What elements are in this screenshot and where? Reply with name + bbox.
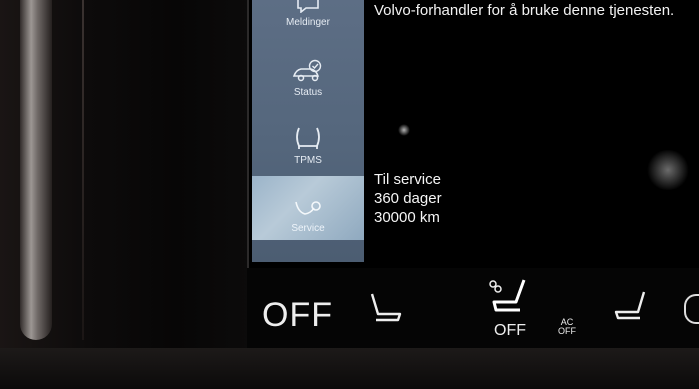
- ac-button[interactable]: AC OFF: [558, 318, 576, 336]
- messages-icon: [297, 0, 319, 13]
- sidebar-item-meldinger[interactable]: Meldinger: [252, 0, 364, 34]
- service-days: 360 dager: [374, 190, 442, 207]
- sidebar: Meldinger Status TPMS Service: [252, 0, 364, 262]
- temperature-off-button[interactable]: OFF: [262, 296, 333, 335]
- service-title: Til service: [374, 171, 441, 188]
- sidebar-item-label: TPMS: [294, 155, 322, 166]
- seat-ventilation-button[interactable]: [484, 276, 532, 320]
- sidebar-item-status[interactable]: Status: [252, 40, 364, 104]
- sidebar-item-label: Service: [291, 223, 325, 234]
- car-check-icon: [292, 59, 322, 82]
- lower-trim: [0, 348, 699, 389]
- sidebar-item-label: Status: [293, 87, 323, 98]
- sidebar-item-service[interactable]: Service: [252, 176, 364, 240]
- temperature-right-button[interactable]: [684, 294, 699, 324]
- service-info: Til service 360 dager 30000 km: [374, 170, 442, 227]
- screen-reflection: [646, 150, 690, 190]
- sidebar-item-label: Meldinger: [286, 17, 330, 28]
- vent-slat: [82, 0, 84, 340]
- tire-pressure-icon: [296, 127, 320, 149]
- chrome-trim: [20, 0, 52, 340]
- screen-reflection: [398, 124, 410, 136]
- dealer-info-text: Volvo-forhandler for å bruke denne tjene…: [374, 2, 675, 19]
- service-wrench-icon: [295, 201, 321, 215]
- ac-off-label: OFF: [558, 326, 576, 336]
- sidebar-item-tpms[interactable]: TPMS: [252, 108, 364, 172]
- service-distance: 30000 km: [374, 209, 440, 226]
- seat-heat-left-icon[interactable]: [366, 290, 406, 324]
- seat-ventilation-off-label: OFF: [494, 322, 526, 339]
- seat-heat-right-icon[interactable]: [610, 288, 650, 322]
